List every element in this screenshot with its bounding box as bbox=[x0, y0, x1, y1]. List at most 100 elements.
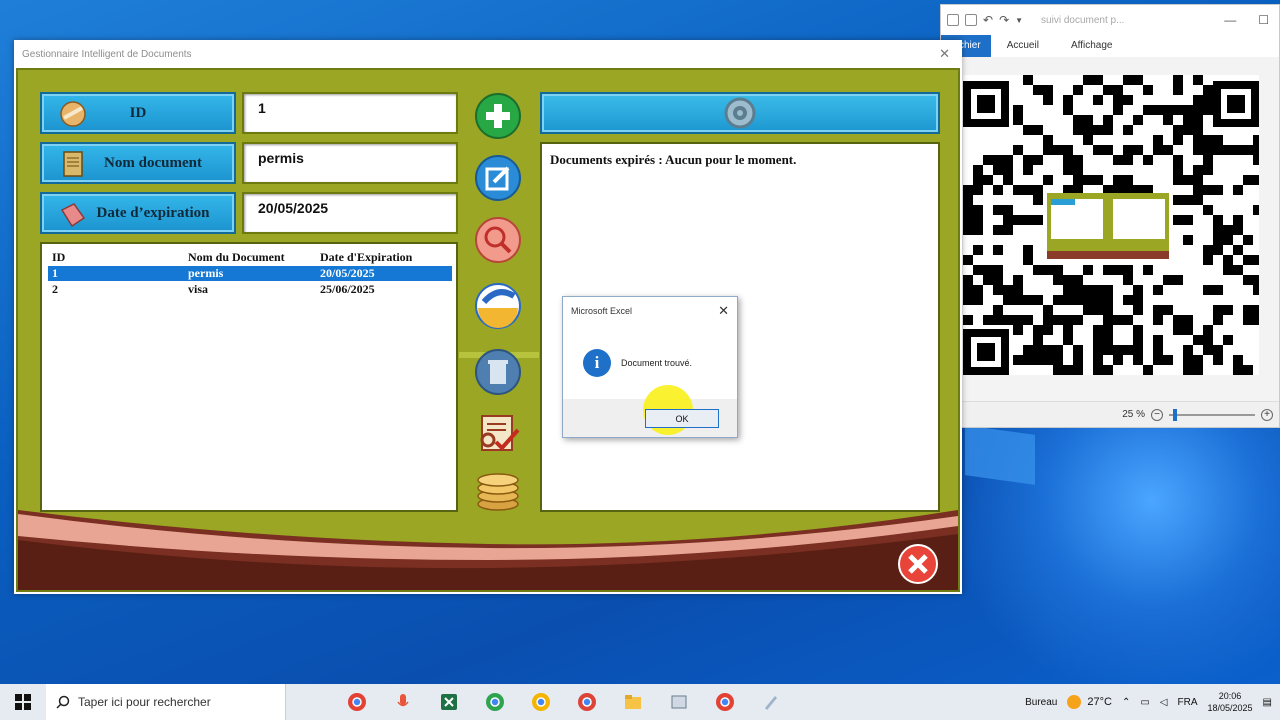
row-name: permis bbox=[188, 266, 224, 280]
clock-time: 20:06 bbox=[1218, 691, 1242, 701]
name-label: Nom document bbox=[40, 142, 236, 184]
clock[interactable]: 20:06 18/05/2025 bbox=[1208, 690, 1253, 714]
expired-documents-text: Documents expirés : Aucun pour le moment… bbox=[550, 152, 797, 167]
excel-icon[interactable] bbox=[426, 684, 472, 720]
volume-icon[interactable]: ◁ bbox=[1160, 697, 1168, 708]
file-explorer-icon[interactable] bbox=[610, 684, 656, 720]
id-input[interactable]: 1 bbox=[242, 92, 458, 134]
autosave-icon[interactable] bbox=[947, 14, 959, 26]
chrome-profile-icon[interactable] bbox=[472, 684, 518, 720]
ok-button[interactable]: OK bbox=[645, 409, 719, 428]
app-body: ID 1 Nom document permis Date d’expirati… bbox=[16, 68, 960, 592]
id-label: ID bbox=[40, 92, 236, 134]
zoom-level[interactable]: 25 % bbox=[1122, 409, 1145, 420]
paint-icon[interactable] bbox=[748, 684, 794, 720]
undo-icon[interactable]: ↶ bbox=[983, 13, 993, 27]
list-item[interactable]: 2 visa 25/06/2025 bbox=[48, 282, 452, 297]
zoom-slider[interactable] bbox=[1169, 408, 1255, 421]
minimize-button[interactable]: — bbox=[1224, 13, 1236, 27]
qat-dropdown-icon[interactable]: ▼ bbox=[1015, 16, 1023, 25]
exit-icon[interactable] bbox=[898, 544, 938, 584]
clock-date: 18/05/2025 bbox=[1207, 703, 1253, 713]
tab-accueil[interactable]: Accueil bbox=[991, 35, 1055, 57]
footer-wave bbox=[18, 510, 958, 590]
desktop-wallpaper-pane bbox=[965, 425, 1035, 485]
qr-code-sheet bbox=[963, 75, 1259, 375]
photos-icon[interactable] bbox=[656, 684, 702, 720]
app-window: Gestionnaire Intelligent de Documents ✕ … bbox=[14, 40, 962, 594]
app-titlebar: Gestionnaire Intelligent de Documents ✕ bbox=[14, 40, 962, 68]
app-title: Gestionnaire Intelligent de Documents bbox=[22, 48, 192, 60]
chevron-up-icon[interactable]: ⌃ bbox=[1122, 697, 1130, 708]
microphone-icon[interactable] bbox=[380, 684, 426, 720]
chrome-icon-2[interactable] bbox=[702, 684, 748, 720]
excel-window: ↶ ↷ ▼ suivi document p... — ☐ chier Accu… bbox=[940, 4, 1280, 428]
row-date: 25/06/2025 bbox=[320, 282, 375, 296]
message-box: Microsoft Excel ✕ i Document trouvé. OK bbox=[562, 296, 738, 438]
row-date: 20/05/2025 bbox=[320, 266, 375, 280]
date-input[interactable]: 20/05/2025 bbox=[242, 192, 458, 234]
chrome-profile-icon-2[interactable] bbox=[518, 684, 564, 720]
add-icon[interactable] bbox=[474, 92, 522, 140]
excel-title: suivi document p... bbox=[1041, 14, 1125, 26]
excel-statusbar: 25 % − + bbox=[941, 401, 1279, 427]
target-icon bbox=[724, 97, 756, 129]
network-icon[interactable]: ▭ bbox=[1140, 697, 1149, 708]
excel-titlebar: ↶ ↷ ▼ suivi document p... — ☐ bbox=[941, 5, 1279, 35]
windows-icon bbox=[15, 694, 31, 710]
message-box-text: Document trouvé. bbox=[621, 358, 693, 368]
weather-widget[interactable]: 27°C bbox=[1067, 695, 1112, 709]
column-id-header: ID bbox=[52, 250, 66, 264]
list-header: ID Nom du Document Date d'Expiration bbox=[48, 250, 452, 265]
message-box-title: Microsoft Excel bbox=[571, 306, 633, 316]
column-name-header: Nom du Document bbox=[188, 250, 285, 264]
coins-icon[interactable] bbox=[474, 468, 522, 516]
desktop-label[interactable]: Bureau bbox=[1025, 697, 1057, 708]
chrome-icon[interactable] bbox=[334, 684, 380, 720]
maximize-button[interactable]: ☐ bbox=[1258, 13, 1269, 27]
column-date-header: Date d'Expiration bbox=[320, 250, 413, 264]
zoom-out-icon[interactable]: − bbox=[1151, 408, 1163, 421]
sun-icon bbox=[1067, 695, 1082, 709]
chrome-profile-icon-3[interactable] bbox=[564, 684, 610, 720]
documents-list[interactable]: ID Nom du Document Date d'Expiration 1 p… bbox=[40, 242, 458, 512]
redo-icon[interactable]: ↷ bbox=[999, 13, 1009, 27]
tab-affichage[interactable]: Affichage bbox=[1055, 35, 1129, 57]
row-id: 1 bbox=[52, 266, 58, 280]
notification-icon[interactable]: ▤ bbox=[1263, 697, 1272, 708]
edit-icon[interactable] bbox=[474, 154, 522, 202]
message-box-close-button[interactable]: ✕ bbox=[718, 303, 737, 319]
date-label: Date d’expiration bbox=[40, 192, 236, 234]
search-icon bbox=[56, 695, 70, 709]
delete-icon[interactable] bbox=[474, 348, 522, 396]
taskbar: Taper ici pour rechercher Bureau 27°C ⌃ … bbox=[0, 684, 1280, 720]
message-box-titlebar: Microsoft Excel ✕ bbox=[563, 297, 737, 325]
app-close-button[interactable]: ✕ bbox=[939, 46, 962, 62]
message-box-footer: OK bbox=[563, 385, 737, 437]
eraser-icon bbox=[60, 203, 86, 228]
document-icon bbox=[63, 151, 83, 177]
date-label-text: Date d’expiration bbox=[96, 204, 210, 221]
search-icon[interactable] bbox=[474, 216, 522, 264]
message-box-body: i Document trouvé. bbox=[583, 349, 692, 377]
system-tray: Bureau 27°C ⌃ ▭ ◁ FRA 20:06 18/05/2025 ▤ bbox=[1025, 690, 1280, 714]
excel-ribbon: chier Accueil Affichage bbox=[941, 35, 1279, 57]
information-icon: i bbox=[583, 349, 611, 377]
weather-temp: 27°C bbox=[1087, 696, 1112, 708]
qr-code-image bbox=[963, 75, 1259, 375]
clean-icon[interactable] bbox=[474, 282, 522, 330]
qr-generate-button[interactable] bbox=[540, 92, 940, 134]
row-id: 2 bbox=[52, 282, 58, 296]
search-placeholder: Taper ici pour rechercher bbox=[78, 695, 211, 709]
check-list-icon[interactable] bbox=[474, 410, 522, 458]
name-label-text: Nom document bbox=[104, 154, 202, 171]
zoom-in-icon[interactable]: + bbox=[1261, 408, 1273, 421]
id-label-text: ID bbox=[129, 104, 147, 121]
pinned-apps bbox=[334, 684, 794, 720]
list-item[interactable]: 1 permis 20/05/2025 bbox=[48, 266, 452, 281]
save-icon[interactable] bbox=[965, 14, 977, 26]
taskbar-search[interactable]: Taper ici pour rechercher bbox=[46, 684, 286, 720]
start-button[interactable] bbox=[0, 684, 46, 720]
language-indicator[interactable]: FRA bbox=[1178, 697, 1198, 708]
name-input[interactable]: permis bbox=[242, 142, 458, 184]
